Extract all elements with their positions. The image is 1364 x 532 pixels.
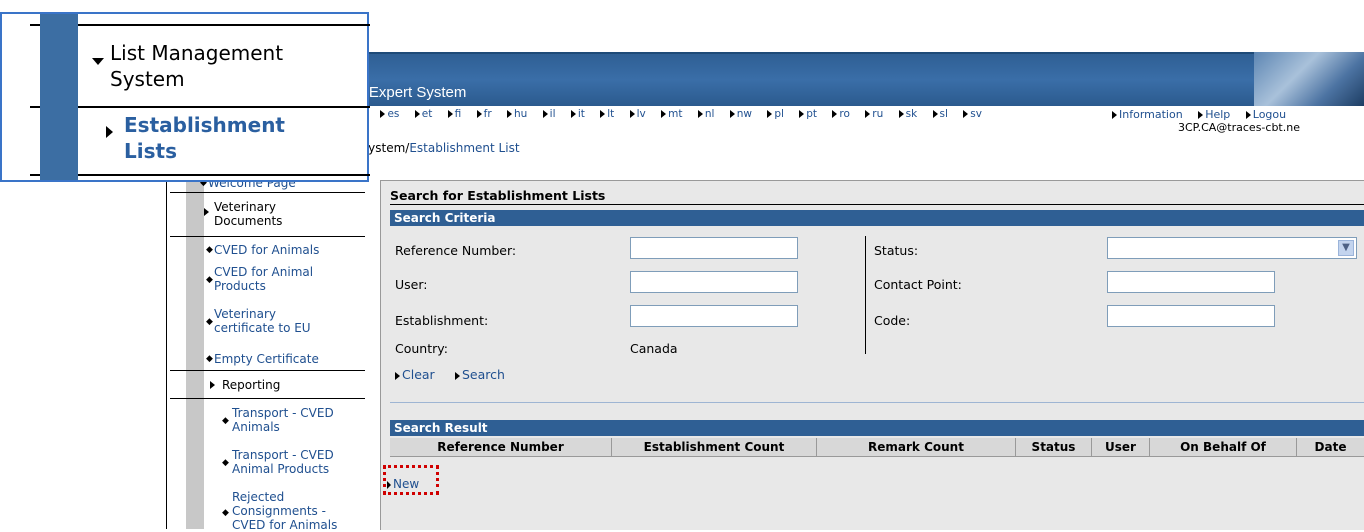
sidebar-item-rejected-consignments[interactable]: ◆ Rejected Consignments - CVED for Animals [222,490,337,532]
header-banner: nd Expert System [330,52,1364,106]
divider [30,174,370,176]
divider [390,402,1364,403]
user-label: User: [395,277,428,292]
lang-ru[interactable]: ru [865,108,889,120]
collapse-arrow-icon [92,58,104,65]
page-title: Search for Establishment Lists [390,188,606,203]
contact-point-input[interactable] [1107,271,1275,293]
country-value: Canada [630,341,678,356]
expand-arrow-icon [204,208,209,216]
sidebar-item-transport-cved-products[interactable]: ◆ Transport - CVED Animal Products [222,448,334,476]
lang-fr[interactable]: fr [476,108,498,120]
code-label: Code: [874,313,911,328]
logo-image [1254,52,1364,106]
clear-button[interactable]: Clear [395,367,435,382]
sidebar-item-transport-cved-animals[interactable]: ◆ Transport - CVED Animals [222,406,334,434]
lang-fi[interactable]: fi [447,108,468,120]
lang-sk[interactable]: sk [898,108,924,120]
lang-pt[interactable]: pt [799,108,823,120]
search-button[interactable]: Search [455,367,505,382]
zoom-callout: List Management System Establishment Lists [0,12,370,182]
lang-nw[interactable]: nw [729,108,758,120]
lang-it[interactable]: it [570,108,591,120]
reference-number-input[interactable] [630,237,798,259]
country-label: Country: [395,341,448,356]
user-input[interactable] [630,271,798,293]
lang-lt[interactable]: lt [600,108,620,120]
logout-link[interactable]: Logou [1245,108,1292,121]
main-panel [380,180,1364,530]
lang-il[interactable]: il [542,108,562,120]
list-management-menu[interactable]: List Management System [110,40,283,92]
divider [390,204,1364,205]
sidebar-stripe [186,150,204,529]
divider [30,24,370,26]
reference-number-label: Reference Number: [395,243,517,258]
column-divider [865,236,866,354]
lang-pl[interactable]: pl [767,108,790,120]
language-bar: en es et fi fr hu il it lt lv mt nl nw p… [352,108,994,120]
column-header[interactable]: Status [1016,438,1092,456]
column-header[interactable]: Remark Count [817,438,1016,456]
lang-lv[interactable]: lv [629,108,652,120]
bullet-icon: ◆ [206,245,213,255]
sidebar-item-reporting[interactable]: Reporting [210,378,280,392]
establishment-input[interactable] [630,305,798,327]
column-header[interactable]: Establishment Count [612,438,817,456]
lang-nl[interactable]: nl [697,108,721,120]
divider [170,192,365,193]
divider [170,398,365,399]
column-header[interactable]: User [1092,438,1150,456]
lang-sv[interactable]: sv [963,108,988,120]
user-email: 3CP.CA@traces-cbt.ne [1178,121,1300,134]
sidebar-stripe [40,14,78,180]
top-links: Information Help Logou [1112,108,1298,121]
lang-ro[interactable]: ro [832,108,856,120]
breadcrumb-current[interactable]: Establishment List [409,141,519,155]
information-link[interactable]: Information [1112,108,1189,121]
establishment-label: Establishment: [395,313,489,328]
sidebar-item-veterinary-documents[interactable]: Veterinary Documents [204,200,282,228]
code-input[interactable] [1107,305,1275,327]
sidebar-item-cved-animals[interactable]: ◆ CVED for Animals [206,243,319,257]
lang-mt[interactable]: mt [661,108,688,120]
divider [30,106,370,108]
sidebar-item-cved-animal-products[interactable]: ◆ CVED for Animal Products [206,265,313,293]
column-header[interactable]: On Behalf Of [1150,438,1297,456]
lang-es[interactable]: es [380,108,405,120]
lang-sl[interactable]: sl [932,108,954,120]
bullet-icon: ◆ [222,416,229,426]
divider [170,370,365,371]
highlight-box [383,465,439,495]
column-header[interactable]: Reference Number [390,438,612,456]
lang-hu[interactable]: hu [507,108,533,120]
results-table-header: Reference Number Establishment Count Rem… [390,438,1364,457]
help-link[interactable]: Help [1198,108,1236,121]
search-criteria-header: Search Criteria [390,210,1364,226]
status-label: Status: [874,243,919,258]
bullet-icon: ◆ [206,275,213,285]
sidebar-border [166,150,167,529]
divider [170,236,365,237]
bullet-icon: ◆ [206,317,213,327]
sidebar-item-veterinary-certificate[interactable]: ◆ Veterinary certificate to EU [206,307,311,335]
lang-et[interactable]: et [414,108,439,120]
chevron-down-icon[interactable]: ▼ [1338,240,1354,256]
bullet-icon: ◆ [206,354,213,364]
establishment-lists-menu[interactable]: Establishment Lists [124,112,285,164]
bullet-icon: ◆ [222,458,229,468]
bullet-icon: ◆ [222,508,229,518]
sidebar-item-empty-certificate[interactable]: ◆ Empty Certificate [206,352,319,366]
status-select[interactable]: ▼ [1107,237,1357,259]
expand-arrow-icon [106,126,113,138]
column-header[interactable]: Date [1297,438,1364,456]
breadcrumb: t System/Establishment List [352,141,520,155]
search-result-header: Search Result [390,420,1364,436]
expand-arrow-icon [210,381,215,389]
contact-point-label: Contact Point: [874,277,962,292]
